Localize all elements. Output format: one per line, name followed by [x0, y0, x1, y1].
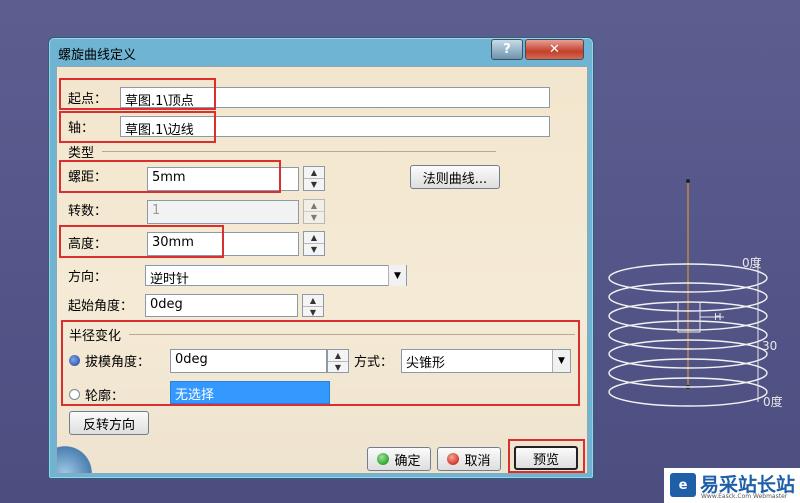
start-angle-spinner[interactable]: ▲ ▼	[302, 294, 324, 317]
taper-angle-spinner[interactable]: ▲ ▼	[327, 349, 349, 373]
highlight-axis	[59, 111, 216, 143]
method-dropdown-icon[interactable]: ▼	[552, 350, 570, 372]
direction-label: 方向：	[68, 270, 108, 285]
revolutions-spinner: ▲ ▼	[303, 199, 325, 224]
method-value: 尖锥形	[406, 356, 446, 371]
reverse-direction-button[interactable]: 反转方向	[69, 411, 149, 435]
method-select[interactable]: 尖锥形	[401, 349, 571, 373]
start-angle-label: 起始角度：	[68, 299, 134, 314]
law-curve-button[interactable]: 法则曲线...	[410, 165, 500, 189]
profile-radio[interactable]: 轮廓：	[69, 385, 124, 404]
method-label: 方式：	[354, 355, 394, 370]
cancel-icon	[447, 453, 460, 465]
spin-down-icon[interactable]: ▼	[304, 178, 324, 190]
label-height: 30	[762, 339, 777, 353]
watermark-logo: e 易采站长站 Www.Easck.Com Webmaster	[664, 468, 800, 503]
spin-down-icon[interactable]: ▼	[328, 361, 348, 373]
spin-up-icon[interactable]: ▲	[303, 295, 323, 306]
dialog-body: 起点： 草图.1\顶点 轴： 草图.1\边线 类型 螺距： 5mm ▲ ▼ 法则曲…	[56, 66, 588, 474]
helix-svg: 0度 30 0度 H	[608, 179, 783, 409]
axis-frame	[677, 260, 759, 402]
direction-dropdown-icon[interactable]: ▼	[388, 265, 406, 286]
logo-icon: e	[670, 473, 696, 497]
highlight-height	[59, 225, 224, 258]
direction-select[interactable]: 逆时针	[145, 265, 407, 286]
revolutions-field: 1	[147, 200, 299, 224]
taper-angle-radio[interactable]: 拔模角度：	[69, 351, 150, 370]
label-h: H	[714, 312, 722, 323]
spin-up-icon[interactable]: ▲	[304, 232, 324, 243]
taper-angle-label: 拔模角度：	[85, 355, 151, 370]
ok-label: 确定	[394, 453, 421, 469]
cancel-label: 取消	[464, 453, 491, 469]
spin-up-icon[interactable]: ▲	[328, 350, 348, 361]
dialog-title: 螺旋曲线定义	[58, 48, 137, 63]
title-bar[interactable]: 螺旋曲线定义 ? ✕	[49, 38, 593, 66]
logo-subtext: Www.Easck.Com Webmaster	[701, 493, 788, 500]
globe-decoration	[57, 443, 97, 473]
type-separator	[102, 151, 496, 152]
label-top-angle: 0度	[742, 255, 762, 270]
pitch-spinner[interactable]: ▲ ▼	[303, 166, 325, 191]
radius-section-label: 半径变化	[69, 329, 122, 344]
direction-value: 逆时针	[150, 272, 190, 286]
start-angle-field[interactable]: 0deg	[145, 294, 298, 317]
radio-selected-icon[interactable]	[69, 355, 80, 366]
label-bottom-angle: 0度	[763, 394, 783, 409]
height-spinner[interactable]: ▲ ▼	[303, 231, 325, 256]
profile-field[interactable]: 无选择	[170, 381, 330, 404]
help-icon: ?	[503, 42, 511, 57]
radius-separator	[129, 334, 575, 335]
taper-angle-field[interactable]: 0deg	[170, 349, 327, 373]
close-icon: ✕	[549, 42, 560, 57]
profile-label: 轮廓：	[85, 389, 125, 404]
axis-start-point	[686, 179, 690, 183]
revolutions-label: 转数：	[68, 204, 108, 219]
ok-icon	[377, 453, 390, 465]
close-button[interactable]: ✕	[525, 39, 584, 60]
preview-button[interactable]: 预览	[514, 446, 578, 470]
radio-unselected-icon[interactable]	[69, 389, 80, 400]
helix-dialog: 螺旋曲线定义 ? ✕ 起点： 草图.1\顶点 轴： 草图.1\边线 类型 螺距：…	[48, 37, 594, 479]
ok-button[interactable]: 确定	[367, 447, 431, 471]
help-button[interactable]: ?	[491, 39, 523, 60]
cancel-button[interactable]: 取消	[437, 447, 501, 471]
type-section-label: 类型	[68, 146, 95, 161]
highlight-pitch	[59, 160, 281, 193]
spin-down-icon[interactable]: ▼	[303, 306, 323, 318]
spin-up-icon[interactable]: ▲	[304, 167, 324, 178]
highlight-start-point	[59, 78, 216, 110]
spin-down-icon[interactable]: ▼	[304, 243, 324, 255]
helix-viewport[interactable]: 0度 30 0度 H	[600, 170, 800, 430]
